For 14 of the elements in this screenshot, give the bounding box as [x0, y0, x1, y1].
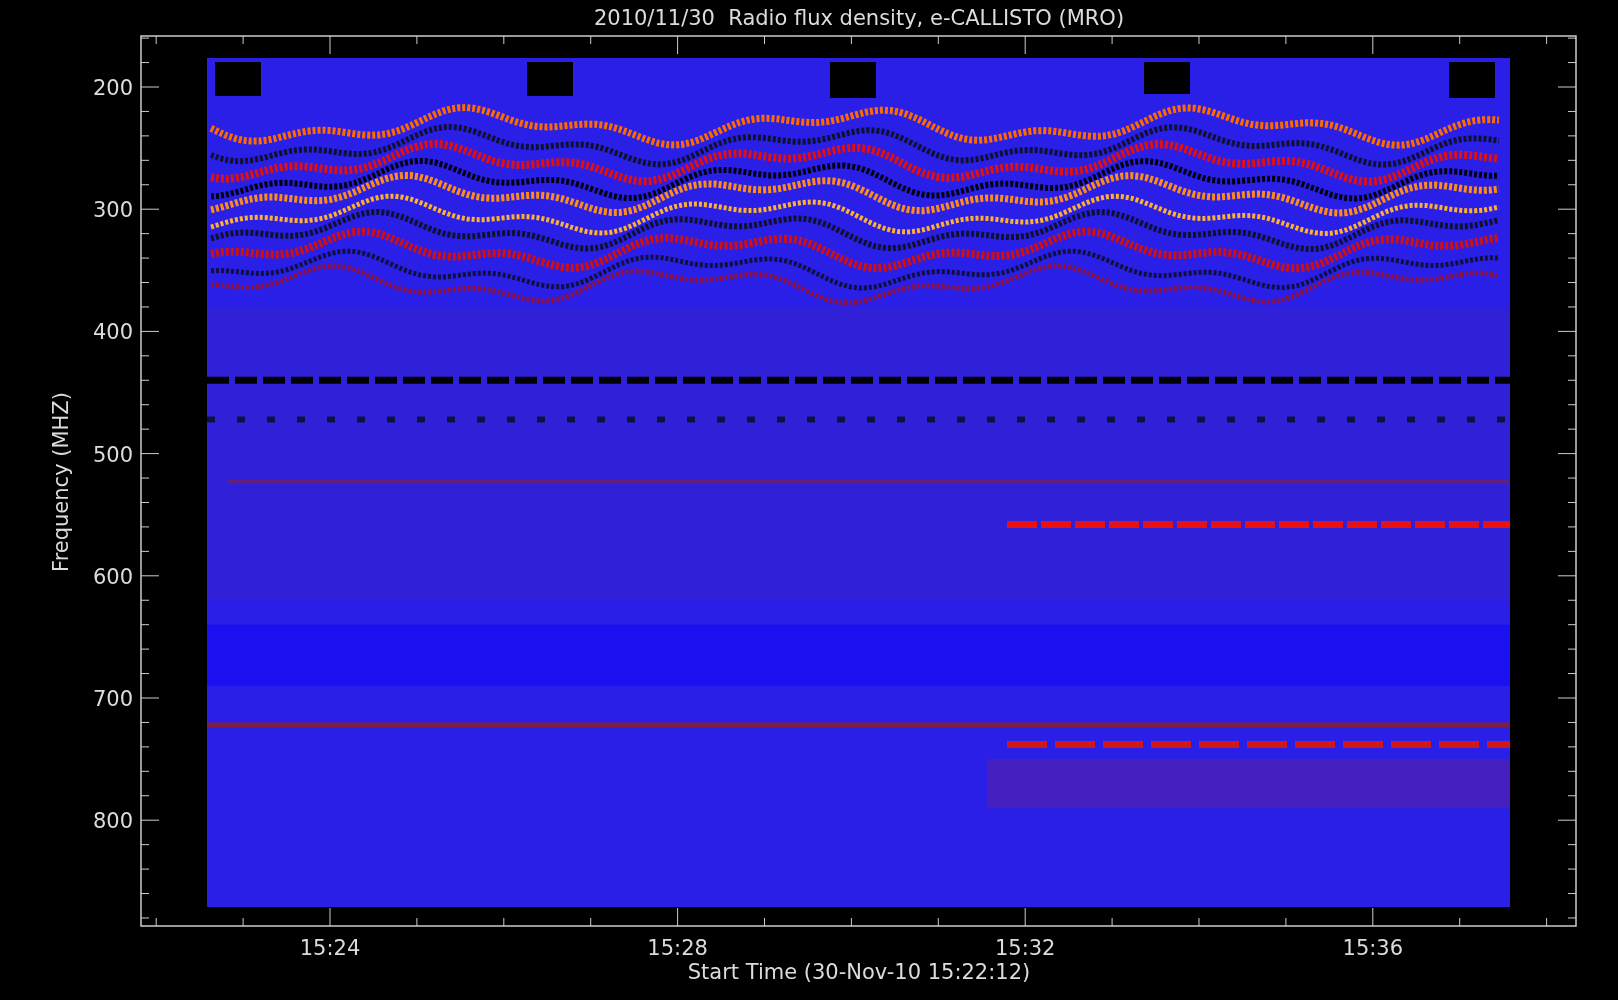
y-tick-label: 500	[92, 442, 133, 467]
chart-title: 2010/11/30 Radio flux density, e-CALLISTO (MRO)	[593, 6, 1125, 30]
y-axis-label: Frequency (MHZ)	[49, 392, 73, 572]
x-axis-label: Start Time (30-Nov-10 15:22:12)	[687, 960, 1031, 984]
x-tick-label: 15:32	[994, 936, 1056, 960]
x-tick-label: 15:28	[647, 936, 708, 960]
y-tick-label: 300	[92, 198, 133, 223]
y-tick-label: 400	[92, 320, 133, 345]
y-tick-label: 800	[92, 809, 133, 834]
x-tick-label: 15:24	[299, 936, 361, 960]
y-tick-label: 600	[92, 564, 133, 589]
y-tick-label: 200	[92, 76, 133, 100]
y-tick-label: 700	[92, 687, 133, 711]
x-tick-label: 15:36	[1342, 936, 1404, 960]
